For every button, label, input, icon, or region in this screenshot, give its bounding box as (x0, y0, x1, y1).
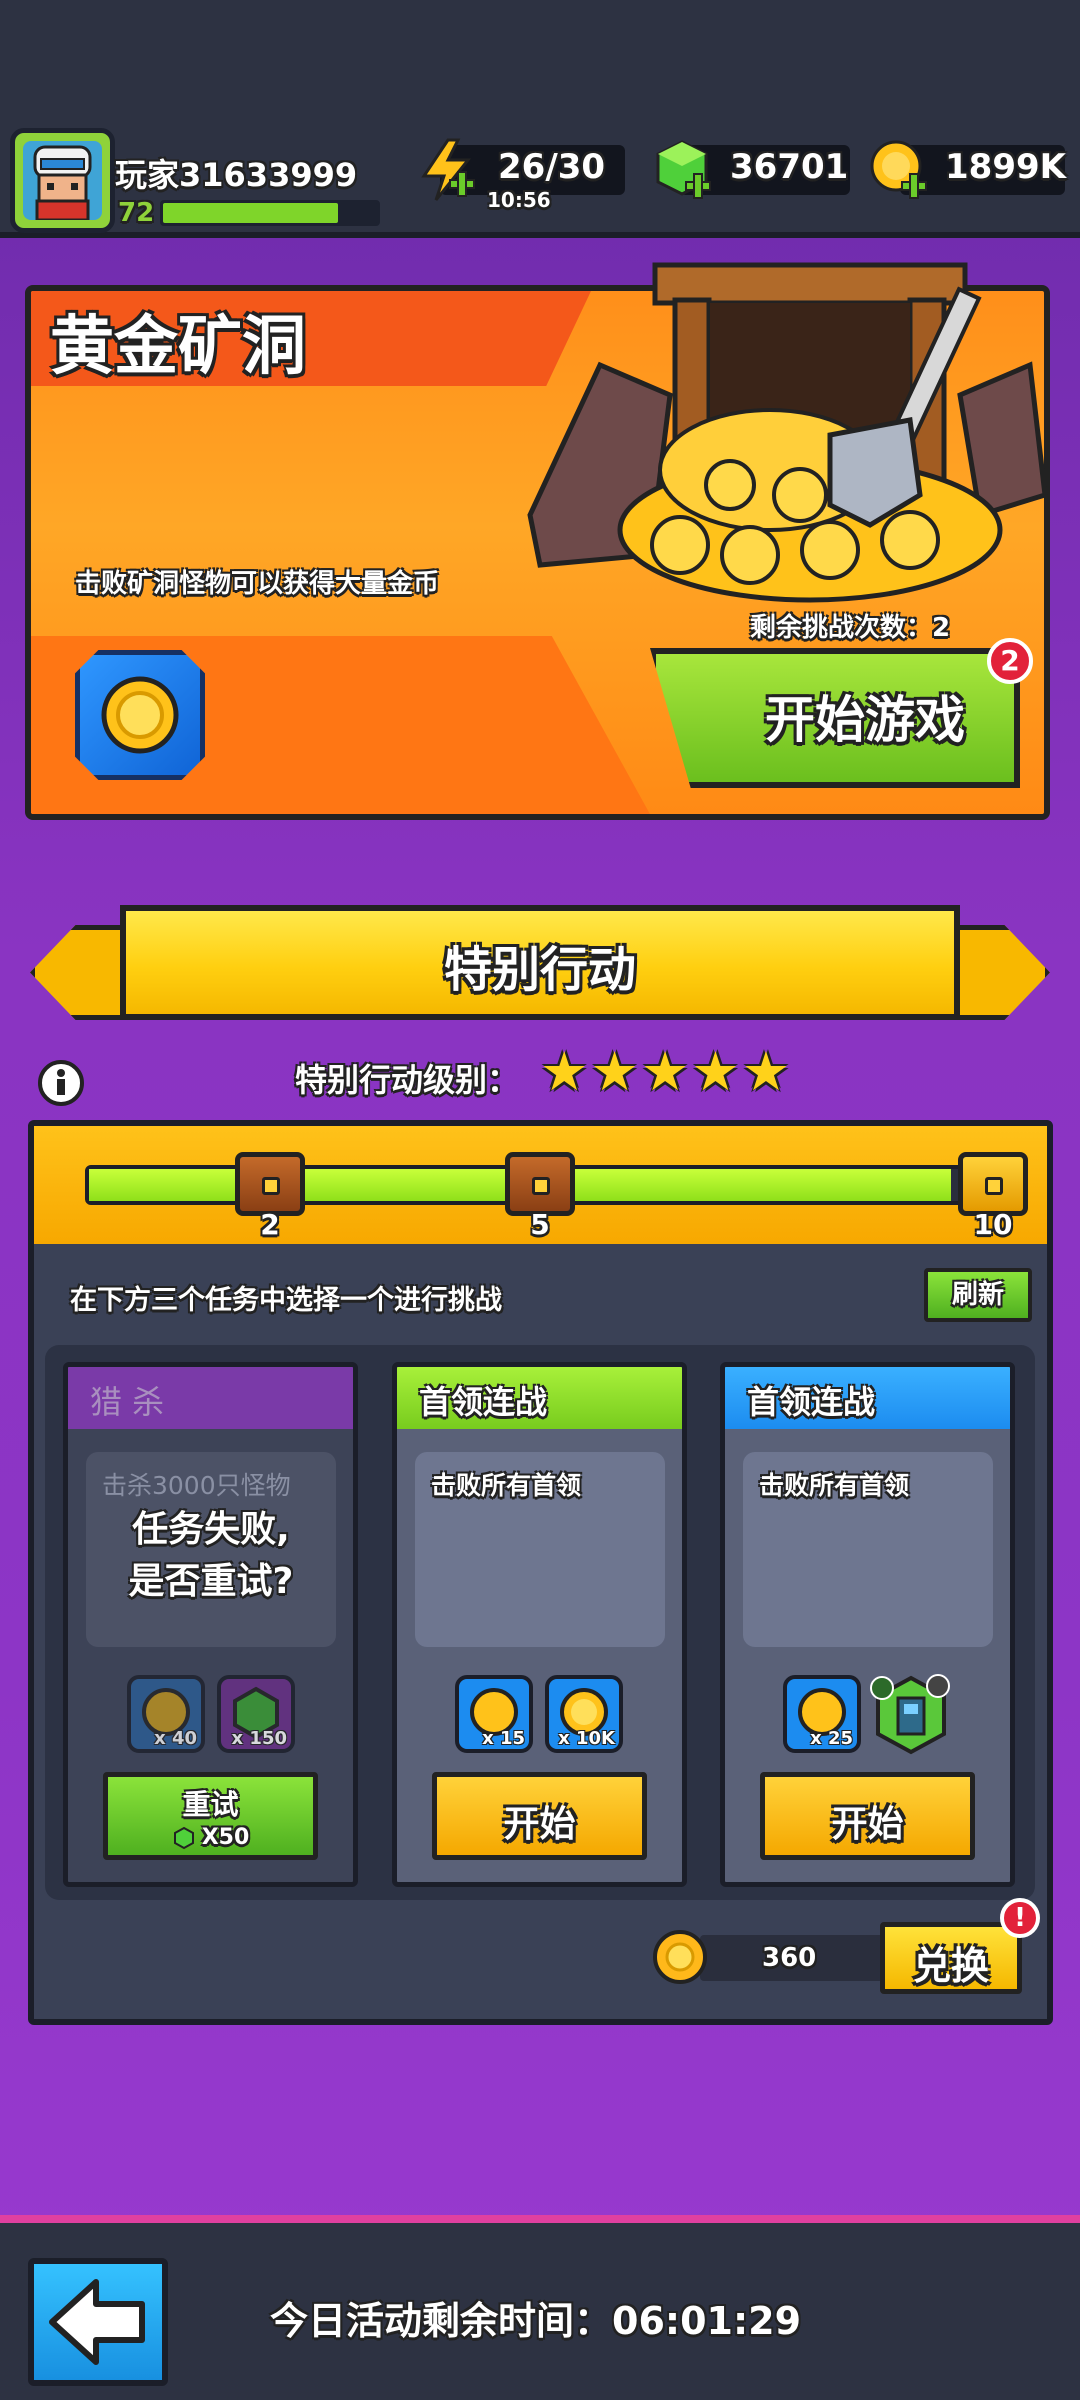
mission-body: 击败所有首领 (415, 1452, 665, 1647)
star-icon: ★ (640, 1040, 690, 1103)
choose-mission-text: 在下方三个任务中选择一个进行挑战 (70, 1285, 502, 1316)
player-level: 72 (118, 198, 155, 228)
gem-icon[interactable] (652, 138, 716, 208)
start-mission-label: 开始 (831, 1804, 904, 1845)
exchange-coin-count: 360 (762, 1943, 817, 1973)
reward-qty: x 25 (810, 1728, 853, 1749)
star-icon: ★ (540, 1040, 589, 1103)
reward-qty: x 40 (154, 1728, 197, 1749)
start-game-label: 开始游戏 (765, 691, 965, 749)
start-mission-label: 开始 (503, 1804, 576, 1845)
gold-chest-icon[interactable]: x 25 (783, 1675, 861, 1753)
star-icon: ★ (691, 1040, 740, 1103)
star-rating: ★ ★ ★ ★ ★ (540, 1040, 790, 1103)
info-icon[interactable] (38, 1060, 84, 1106)
remaining-attempts: 剩余挑战次数：2 (750, 613, 951, 643)
energy-value: 26/30 (498, 147, 606, 187)
gold-coin-icon[interactable]: x 10K (545, 1675, 623, 1753)
xp-bar (160, 200, 380, 226)
back-arrow-icon (49, 2279, 145, 2365)
special-action-title: 特别行动 (443, 942, 636, 998)
special-action-level-label: 特别行动级别： (295, 1061, 520, 1099)
refresh-button[interactable]: 刷新 (924, 1268, 1032, 1322)
reward-qty: x 15 (482, 1728, 525, 1749)
back-button[interactable] (28, 2258, 168, 2386)
milestone-label: 10 (973, 1208, 1013, 1241)
exchange-button[interactable]: 兑换 (880, 1922, 1022, 1994)
xp-bar-fill (163, 203, 339, 223)
avatar[interactable] (10, 128, 115, 233)
exchange-label: 兑换 (912, 1944, 989, 1988)
reward-qty: x 10K (558, 1728, 615, 1749)
mission-body: 击败所有首领 (743, 1452, 993, 1647)
star-icon: ★ (590, 1040, 639, 1103)
star-icon: ★ (741, 1040, 791, 1103)
mission-task: 击杀3000只怪物 (102, 1471, 291, 1500)
chest-icon[interactable] (505, 1152, 575, 1216)
gem-value: 36701 (730, 147, 849, 187)
retry-label: 重试 (182, 1788, 239, 1821)
energy-icon[interactable] (418, 138, 478, 208)
mission-task: 击败所有首领 (431, 1471, 582, 1500)
avatar-image (23, 141, 102, 220)
player-name: 玩家31633999 (115, 156, 358, 194)
exchange-coin-icon (653, 1930, 707, 1984)
mission-failed-text: 任务失败, 是否重试? (128, 1509, 294, 1602)
gem-icon (173, 1826, 194, 1849)
event-timer: 今日活动剩余时间：06:01:29 (270, 2299, 802, 2343)
mission-task: 击败所有首领 (759, 1471, 910, 1500)
gold-value: 1899K (945, 147, 1066, 187)
status-bar (0, 0, 1080, 118)
gold-mine-illustration (500, 245, 1060, 629)
gold-coin-icon[interactable] (868, 138, 932, 208)
mission-title: 猎 杀 (90, 1383, 165, 1421)
start-mission-button[interactable]: 开始 (432, 1772, 647, 1860)
milestone-label: 5 (530, 1208, 550, 1241)
exchange-alert-badge: ! (1000, 1898, 1040, 1938)
gem-chest-icon[interactable]: x 150 (217, 1675, 295, 1753)
gold-mine-title: 黄金矿洞 (50, 310, 306, 384)
gold-chest-icon[interactable]: x 15 (455, 1675, 533, 1753)
retry-cost: X50 (201, 1825, 250, 1850)
energy-timer: 10:56 (487, 188, 551, 212)
coin-reward-tile[interactable] (75, 650, 205, 780)
retry-button[interactable]: 重试 X50 (103, 1772, 318, 1860)
gold-mine-description: 击败矿洞怪物可以获得大量金币 (75, 569, 440, 599)
reward-qty: x 150 (231, 1728, 287, 1749)
gold-chest-icon[interactable]: x 40 (127, 1675, 205, 1753)
start-game-badge: 2 (987, 638, 1033, 684)
gold-chest-icon[interactable] (958, 1152, 1028, 1216)
start-mission-button[interactable]: 开始 (760, 1772, 975, 1860)
milestone-label: 2 (260, 1208, 280, 1241)
equipment-icon[interactable] (868, 1672, 954, 1762)
mission-title: 首领连战 (747, 1383, 876, 1421)
mission-body: 击杀3000只怪物 任务失败, 是否重试? (86, 1452, 336, 1647)
mission-title: 首领连战 (419, 1383, 548, 1421)
chest-icon[interactable] (235, 1152, 305, 1216)
